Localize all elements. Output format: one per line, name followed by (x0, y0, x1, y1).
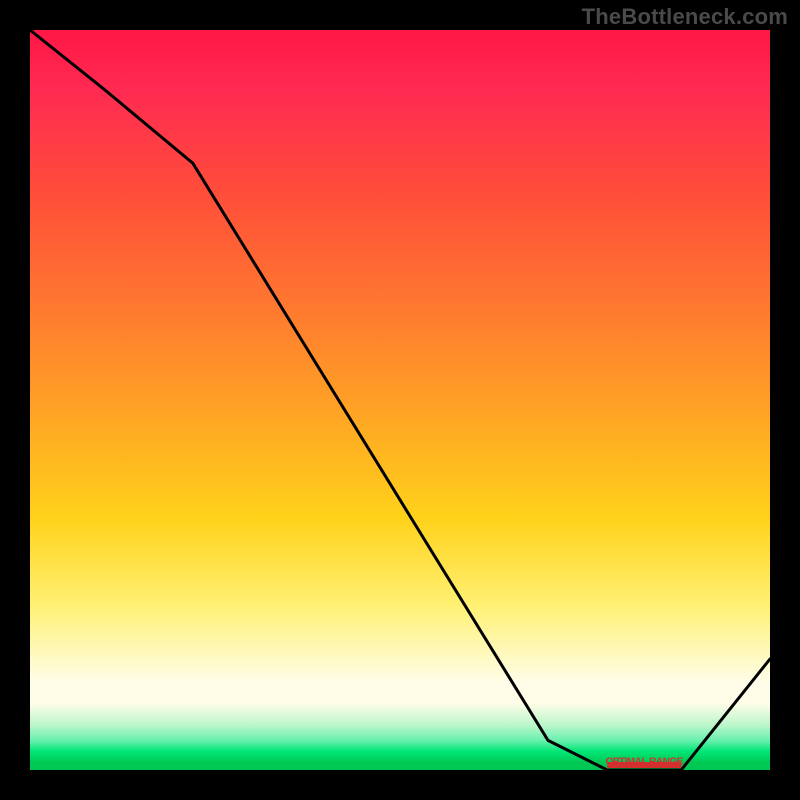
watermark-text: TheBottleneck.com (582, 4, 788, 30)
chart-frame: TheBottleneck.com OPTIMAL RANGE (0, 0, 800, 800)
plot-area: OPTIMAL RANGE (30, 30, 770, 770)
optimal-range-label: OPTIMAL RANGE (606, 757, 683, 768)
gradient-background (30, 30, 770, 770)
